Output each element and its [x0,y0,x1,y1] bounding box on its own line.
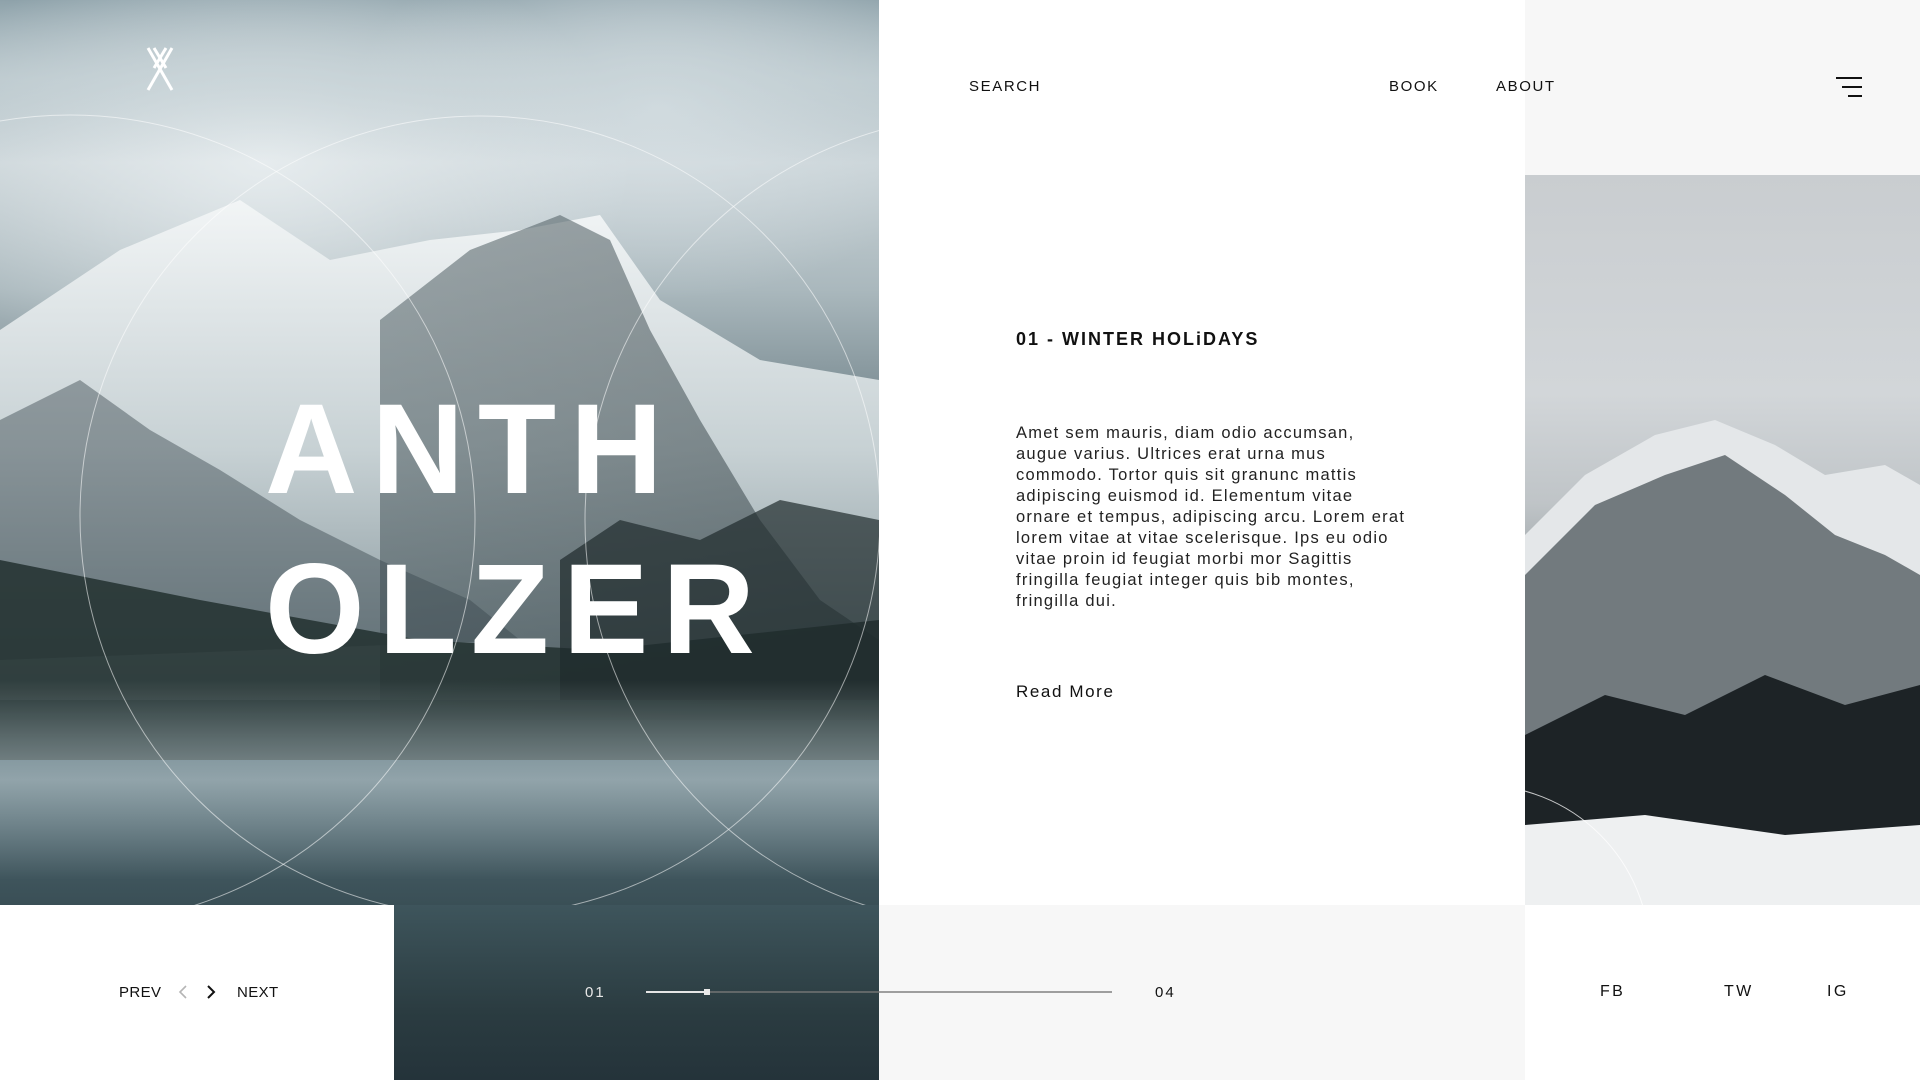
slide-progress-fill [646,991,707,993]
hero-image: ANTH OLZER [0,0,879,905]
prev-button[interactable]: PREV [119,984,161,1001]
social-instagram-link[interactable]: IG [1827,983,1849,1001]
menu-line [1848,95,1862,97]
social-twitter-link[interactable]: TW [1724,983,1754,1001]
nav-search[interactable]: SEARCH [969,78,1041,95]
social-panel [1525,905,1920,1080]
slide-progress-bar[interactable] [646,989,1112,995]
nav-about[interactable]: ABOUT [1496,78,1556,95]
read-more-link[interactable]: Read More [1016,682,1115,702]
nav-book[interactable]: BOOK [1389,78,1439,95]
slide-progress-handle[interactable] [703,989,710,995]
article-body: Amet sem mauris, diam odio accumsan, aug… [1016,424,1406,610]
current-slide-number: 01 [585,984,606,1001]
menu-line [1842,86,1862,88]
fog-overlay [0,0,879,160]
social-facebook-link[interactable]: FB [1600,983,1625,1001]
chevron-left-icon[interactable] [176,982,190,1002]
chevron-right-icon[interactable] [204,982,218,1002]
hamburger-menu-icon[interactable] [1836,77,1862,97]
menu-line [1836,77,1862,79]
decorative-circle-right [1525,790,1643,905]
double-x-monogram-icon[interactable] [140,46,180,92]
secondary-mountain-image [1525,175,1920,905]
fog-overlay [0,680,879,880]
total-slides-number: 04 [1155,984,1176,1001]
hero-title-line-2: OLZER [265,538,769,681]
next-button[interactable]: NEXT [237,984,279,1001]
hero-title: ANTH OLZER [265,370,769,690]
hero-title-line-1: ANTH [265,378,677,521]
article-title: 01 - WINTER HOLiDAYS [1016,329,1260,349]
